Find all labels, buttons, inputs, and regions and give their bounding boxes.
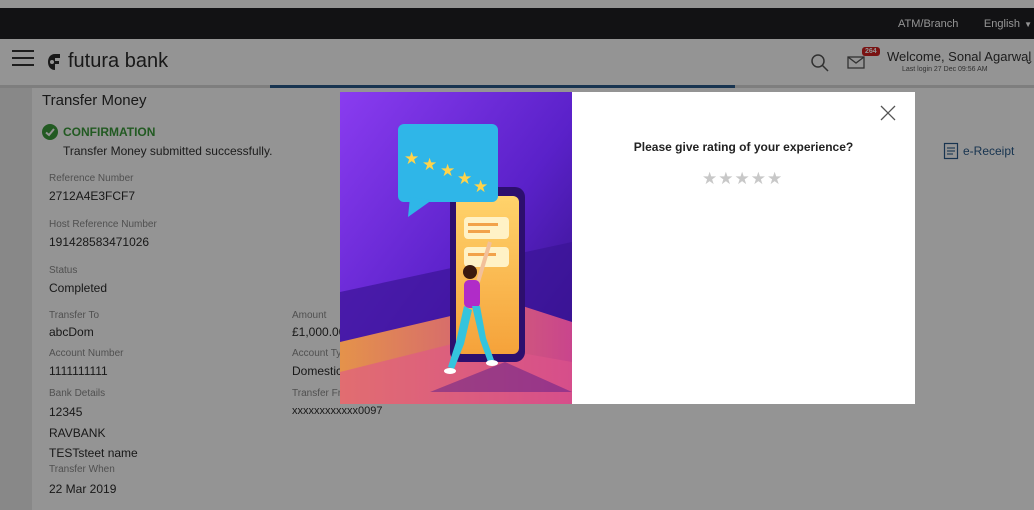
rating-illustration: ★ ★ ★ ★ ★ <box>340 92 572 404</box>
star-icon-2[interactable]: ★ <box>718 170 733 188</box>
svg-text:★: ★ <box>404 149 419 169</box>
star-icon-1[interactable]: ★ <box>702 170 717 188</box>
svg-text:★: ★ <box>422 155 437 175</box>
close-icon[interactable] <box>879 104 897 122</box>
svg-text:★: ★ <box>473 177 488 197</box>
svg-text:★: ★ <box>440 161 455 181</box>
star-icon-5[interactable]: ★ <box>767 170 782 188</box>
star-rating[interactable]: ★ ★ ★ ★ ★ <box>702 170 782 188</box>
rating-content: Please give rating of your experience? ★… <box>572 92 915 404</box>
rating-question: Please give rating of your experience? <box>633 140 854 154</box>
rating-modal: ★ ★ ★ ★ ★ Please give rating of your exp… <box>340 92 915 404</box>
star-icon-3[interactable]: ★ <box>735 170 750 188</box>
star-icon-4[interactable]: ★ <box>751 170 766 188</box>
svg-text:★: ★ <box>457 169 472 189</box>
